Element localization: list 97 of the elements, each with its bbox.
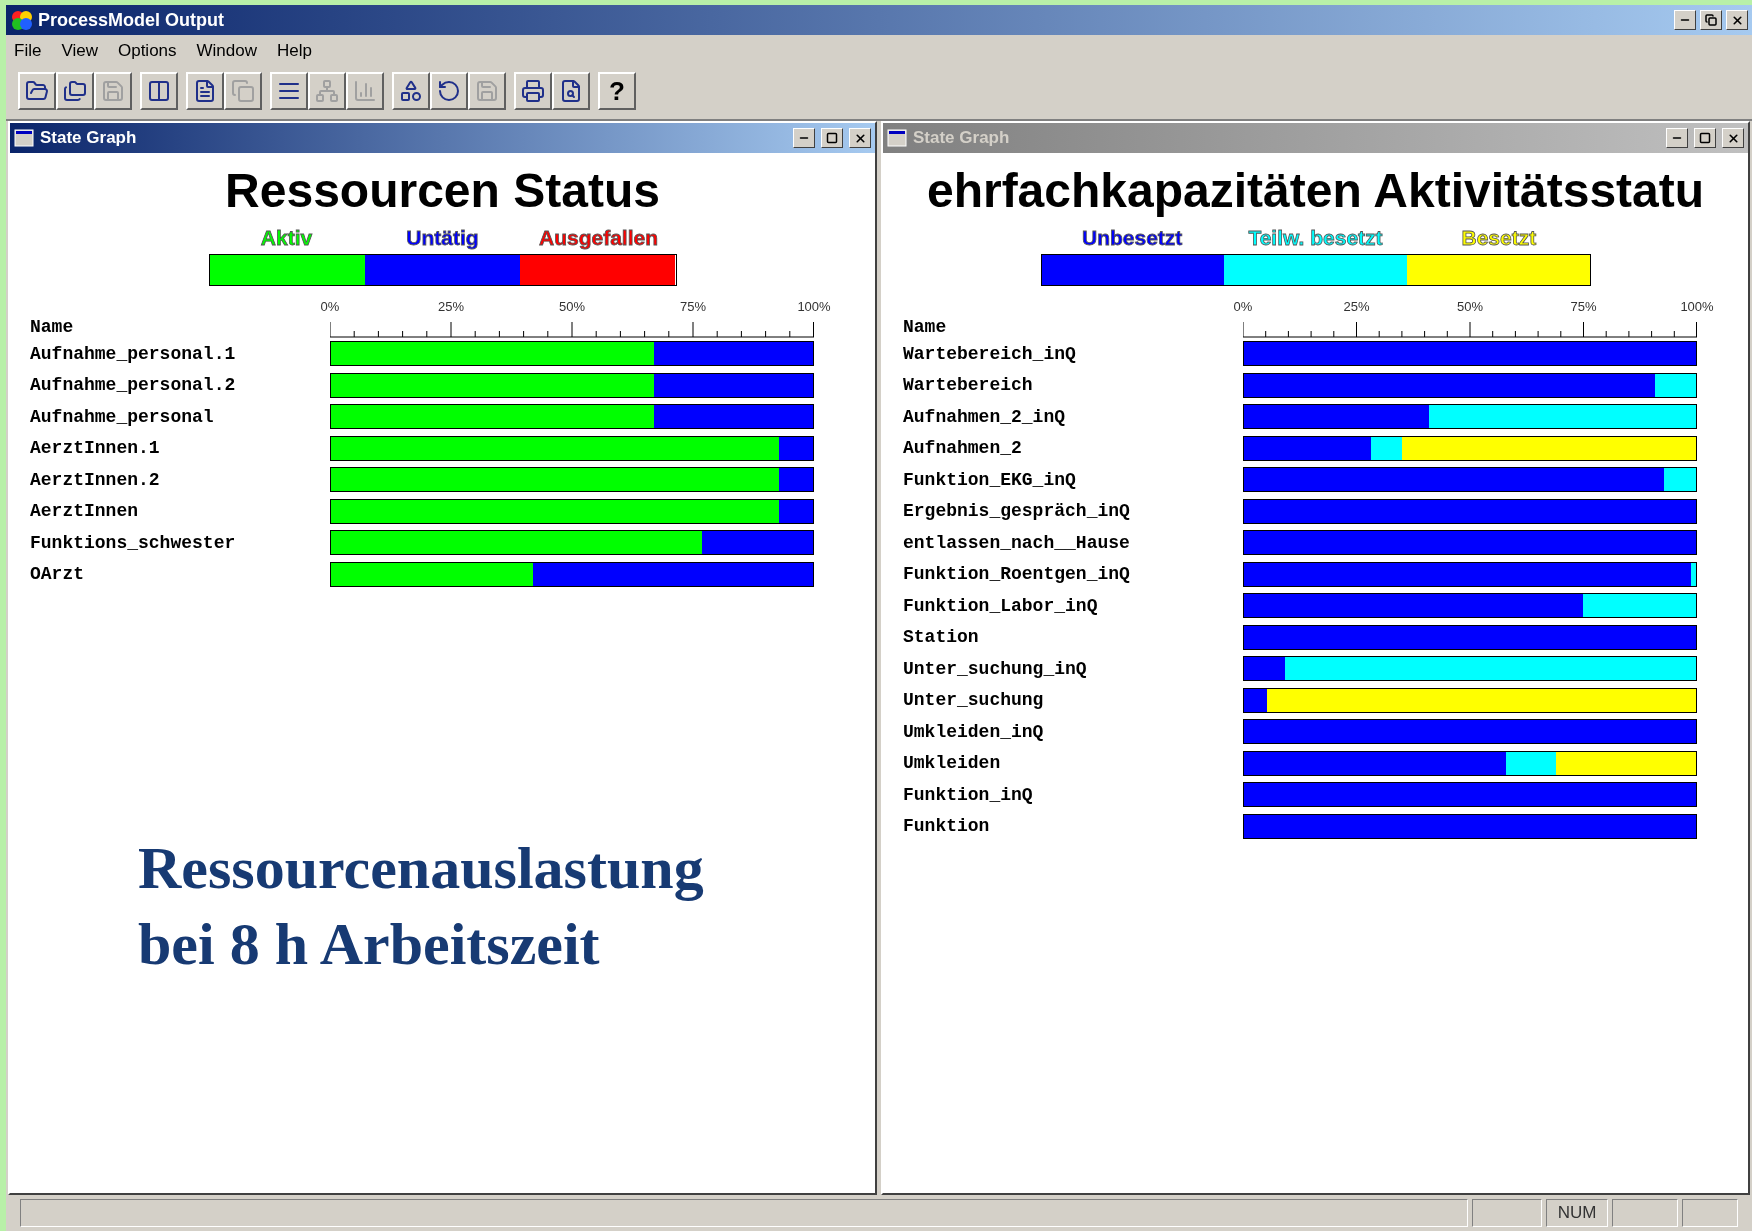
row-label: Funktion_Labor_inQ: [903, 596, 1098, 615]
row-label: Wartebereich_inQ: [903, 344, 1076, 363]
legend-label: Unbesetzt: [1081, 227, 1184, 248]
row-label: Wartebereich: [903, 376, 1033, 395]
toolbar-button[interactable]: [392, 72, 430, 110]
row-label: Unter_suchung: [903, 691, 1044, 710]
menu-item[interactable]: Help: [277, 38, 312, 64]
folders-icon: [63, 79, 87, 103]
toolbar-button[interactable]: [430, 72, 468, 110]
row-label: AerztInnen.1: [30, 439, 160, 458]
child-window-title: State Graph: [40, 127, 137, 150]
row-label: Umkleiden: [903, 754, 1001, 773]
child-window-title: State Graph: [913, 127, 1010, 150]
tick-label: 0%: [1233, 300, 1253, 313]
toolbar-button[interactable]: [56, 72, 94, 110]
rotate-icon: [437, 79, 461, 103]
chart-title: Ressourcen Status: [224, 167, 661, 215]
toolbar-button[interactable]: ?: [598, 72, 636, 110]
status-pane: [1612, 1199, 1678, 1227]
row-label: Station: [903, 628, 979, 647]
menu-item[interactable]: View: [61, 38, 98, 64]
shapes-icon: [399, 79, 423, 103]
num-lock-indicator: NUM: [1546, 1199, 1608, 1227]
tick-label: 25%: [438, 300, 464, 313]
row-label: Funktion_inQ: [903, 785, 1033, 804]
document-icon: [193, 79, 217, 103]
close-icon: [853, 131, 867, 145]
row-label: Unter_suchung_inQ: [903, 659, 1087, 678]
status-pane: [1472, 1199, 1542, 1227]
annotation-text: Ressourcenauslastung: [138, 834, 705, 903]
tick-label: 100%: [797, 300, 831, 313]
row-label: Aufnahme_personal: [30, 407, 214, 426]
maximize-icon: [1699, 132, 1711, 144]
row-label: Funktions_schwester: [30, 533, 236, 552]
row-label: Ergebnis_gespräch_inQ: [903, 502, 1130, 521]
copy-icon: [231, 79, 255, 103]
tick-label: 50%: [559, 300, 585, 313]
columns-icon: [147, 79, 171, 103]
row-label: Aufnahmen_2_inQ: [903, 407, 1066, 426]
toolbar-button[interactable]: [552, 72, 590, 110]
window-icon: [887, 129, 907, 147]
close-button[interactable]: [1722, 128, 1744, 148]
document-search-icon: [559, 79, 583, 103]
folder-icon: [25, 79, 49, 103]
legend-label: Teilw. besetzt: [1247, 227, 1384, 248]
minimize-button[interactable]: [793, 128, 815, 148]
tick-label: 0%: [320, 300, 340, 313]
printer-icon: [521, 79, 545, 103]
row-label: Funktion_EKG_inQ: [903, 470, 1076, 489]
bar-chart-icon: [353, 79, 377, 103]
row-label: AerztInnen.2: [30, 470, 160, 489]
annotation-text: bei 8 h Arbeitszeit: [138, 910, 601, 979]
tick-label: 75%: [1570, 300, 1597, 313]
restore-button[interactable]: [1700, 10, 1722, 30]
row-label: Umkleiden_inQ: [903, 722, 1044, 741]
menu-item[interactable]: Options: [117, 38, 177, 64]
row-label: AerztInnen: [30, 502, 139, 521]
app-logo-icon: [10, 9, 34, 31]
row-label: OArzt: [30, 565, 84, 584]
close-button[interactable]: [849, 128, 871, 148]
row-label: Aufnahmen_2: [903, 439, 1022, 458]
window-icon: [14, 129, 34, 147]
row-label: Aufnahme_personal.2: [30, 376, 236, 395]
legend-label: Aktiv: [259, 227, 314, 248]
tick-label: 50%: [1457, 300, 1483, 313]
close-icon: [1726, 131, 1740, 145]
close-button[interactable]: [1726, 10, 1748, 30]
menu-item[interactable]: Window: [196, 38, 257, 64]
minimize-button[interactable]: [1666, 128, 1688, 148]
menu-item[interactable]: File: [14, 38, 42, 64]
row-label: Funktion: [903, 817, 990, 836]
status-pane: [1682, 1199, 1738, 1227]
chart-title: ehrfachkapazitäten Aktivitätsstatu: [925, 167, 1706, 215]
legend-label: Besetzt: [1460, 227, 1538, 248]
close-icon: [1730, 13, 1744, 27]
row-label: Aufnahme_personal.1: [30, 344, 236, 363]
maximize-button[interactable]: [821, 128, 843, 148]
restore-icon: [1705, 14, 1717, 26]
toolbar-button[interactable]: [270, 72, 308, 110]
toolbar-button[interactable]: [514, 72, 552, 110]
tick-label: 100%: [1680, 300, 1714, 313]
tick-label: 25%: [1343, 300, 1370, 313]
legend-label: Ausgefallen: [538, 227, 659, 248]
toolbar-button[interactable]: [18, 72, 56, 110]
axis-title: Name: [903, 318, 947, 336]
row-label: entlassen_nach__Hause: [903, 533, 1130, 552]
row-label: Funktion_Roentgen_inQ: [903, 565, 1130, 584]
maximize-button[interactable]: [1694, 128, 1716, 148]
tick-label: 75%: [680, 300, 706, 313]
toolbar-button[interactable]: [186, 72, 224, 110]
minimize-button[interactable]: [1674, 10, 1696, 30]
toolbar-button[interactable]: [140, 72, 178, 110]
maximize-icon: [826, 132, 838, 144]
legend-label: Untätig: [405, 227, 480, 248]
axis-title: Name: [30, 318, 74, 336]
network-icon: [315, 79, 339, 103]
window-title: ProcessModel Output: [38, 8, 225, 32]
